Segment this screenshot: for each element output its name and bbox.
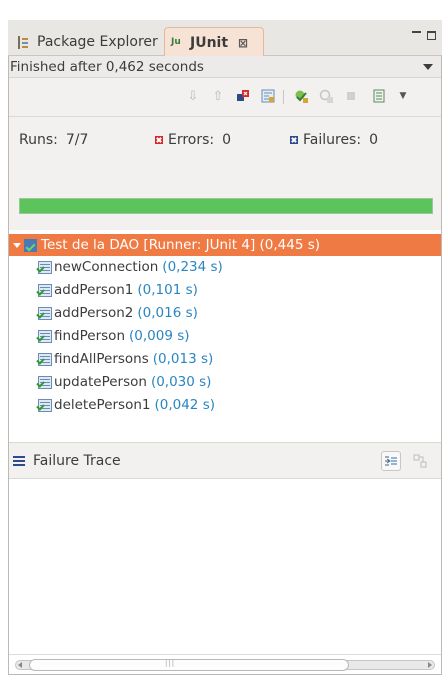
next-failure-icon[interactable]: ⇩ [185, 88, 201, 104]
test-time: (0,030 s) [150, 374, 212, 390]
test-name: newConnection [54, 259, 159, 275]
test-progress-bar [19, 198, 433, 214]
expand-arrow-icon[interactable] [13, 242, 21, 248]
horizontal-scrollbar[interactable]: ||| [9, 654, 441, 674]
progress-fill [20, 199, 432, 213]
history-icon[interactable] [371, 88, 387, 104]
test-suite-row[interactable]: Test de la DAO [Runner: JUnit 4] (0,445 … [9, 234, 441, 256]
scroll-lock-icon[interactable] [260, 88, 276, 104]
tab-package-explorer[interactable]: Package Explorer [16, 27, 166, 57]
runs-label: Runs: [19, 132, 58, 148]
scrollbar-grip-icon: ||| [165, 659, 176, 667]
package-explorer-icon [18, 35, 29, 49]
failure-trace-area[interactable] [9, 478, 441, 654]
test-time: (0,234 s) [162, 259, 223, 275]
stop-icon[interactable] [343, 88, 359, 104]
failure-trace-title: Failure Trace [33, 452, 121, 469]
test-passed-icon [38, 352, 52, 366]
runs-counter: Runs: 7/7 [19, 132, 88, 148]
test-passed-icon [38, 260, 52, 274]
failure-icon [290, 136, 298, 144]
close-icon[interactable]: ⊠ [238, 36, 248, 50]
test-case-row[interactable]: newConnection (0,234 s) [38, 256, 223, 278]
junit-toolbar: ⇩ ⇧ ▼ [9, 78, 441, 116]
test-time: (0,101 s) [137, 282, 198, 298]
filter-stack-trace-button[interactable] [381, 451, 401, 471]
failures-label: Failures: [303, 132, 362, 148]
failure-trace-icon [13, 455, 25, 466]
view-tab-strip: Package Explorer JUnit ⊠ [8, 20, 442, 57]
test-tree[interactable]: Test de la DAO [Runner: JUnit 4] (0,445 … [9, 230, 441, 442]
test-passed-icon [38, 329, 52, 343]
test-name: addPerson1 [54, 282, 134, 298]
test-name: deletePerson1 [54, 397, 151, 413]
test-time: (0,009 s) [129, 328, 190, 344]
test-name: addPerson2 [54, 305, 134, 321]
test-suite-label: Test de la DAO [Runner: JUnit 4] (0,445 … [41, 237, 321, 253]
junit-view: Package Explorer JUnit ⊠ Finished after … [8, 20, 442, 675]
tab-junit[interactable]: JUnit ⊠ [164, 27, 264, 57]
test-time: (0,042 s) [154, 397, 215, 413]
toolbar-separator [283, 90, 284, 104]
rerun-failed-first-icon[interactable] [318, 88, 334, 104]
runs-value: 7/7 [65, 132, 89, 148]
errors-label: Errors: [168, 132, 215, 148]
test-passed-icon [38, 283, 52, 297]
status-line: Finished after 0,462 seconds [9, 56, 441, 78]
test-case-row[interactable]: updatePerson (0,030 s) [38, 371, 211, 393]
window-controls [412, 28, 436, 40]
failure-trace-header: Failure Trace [9, 442, 441, 478]
test-name: findPerson [54, 328, 125, 344]
test-case-row[interactable]: addPerson1 (0,101 s) [38, 279, 198, 301]
test-name: findAllPersons [54, 351, 149, 367]
tab-label: Package Explorer [37, 34, 158, 50]
test-passed-icon [38, 398, 52, 412]
test-passed-icon [38, 306, 52, 320]
scrollbar-thumb[interactable] [29, 659, 349, 671]
show-failures-only-icon[interactable] [235, 88, 251, 104]
junit-icon [171, 36, 185, 50]
failures-counter: Failures: 0 [290, 132, 378, 148]
test-case-row[interactable]: findAllPersons (0,013 s) [38, 348, 213, 370]
test-counters: Runs: 7/7 Errors: 0 Failures: 0 [9, 116, 441, 164]
rerun-test-icon[interactable] [293, 88, 309, 104]
test-time: (0,016 s) [137, 305, 198, 321]
error-icon [155, 136, 163, 144]
test-suite-icon [24, 238, 37, 252]
compare-results-button[interactable] [411, 452, 429, 470]
junit-content: Finished after 0,462 seconds ⇩ ⇧ ▼ Runs:… [8, 56, 442, 675]
failures-value: 0 [369, 132, 378, 148]
history-dropdown-icon[interactable] [423, 64, 433, 70]
test-case-row[interactable]: deletePerson1 (0,042 s) [38, 394, 215, 416]
test-name: updatePerson [54, 374, 147, 390]
test-time: (0,013 s) [152, 351, 214, 367]
previous-failure-icon[interactable]: ⇧ [210, 88, 226, 104]
scroll-right-icon[interactable] [428, 662, 432, 668]
minimize-icon[interactable] [412, 30, 421, 33]
test-case-row[interactable]: addPerson2 (0,016 s) [38, 302, 198, 324]
test-passed-icon [38, 375, 52, 389]
errors-value: 0 [222, 132, 232, 148]
status-text: Finished after 0,462 seconds [10, 58, 204, 75]
filter-stack-icon [385, 456, 397, 466]
tab-label: JUnit [190, 34, 229, 51]
maximize-icon[interactable] [427, 31, 436, 40]
view-menu-icon[interactable]: ▼ [395, 88, 411, 104]
scroll-left-icon[interactable] [18, 662, 22, 668]
compare-results-icon [413, 454, 427, 468]
errors-counter: Errors: 0 [155, 132, 231, 148]
test-case-row[interactable]: findPerson (0,009 s) [38, 325, 190, 347]
